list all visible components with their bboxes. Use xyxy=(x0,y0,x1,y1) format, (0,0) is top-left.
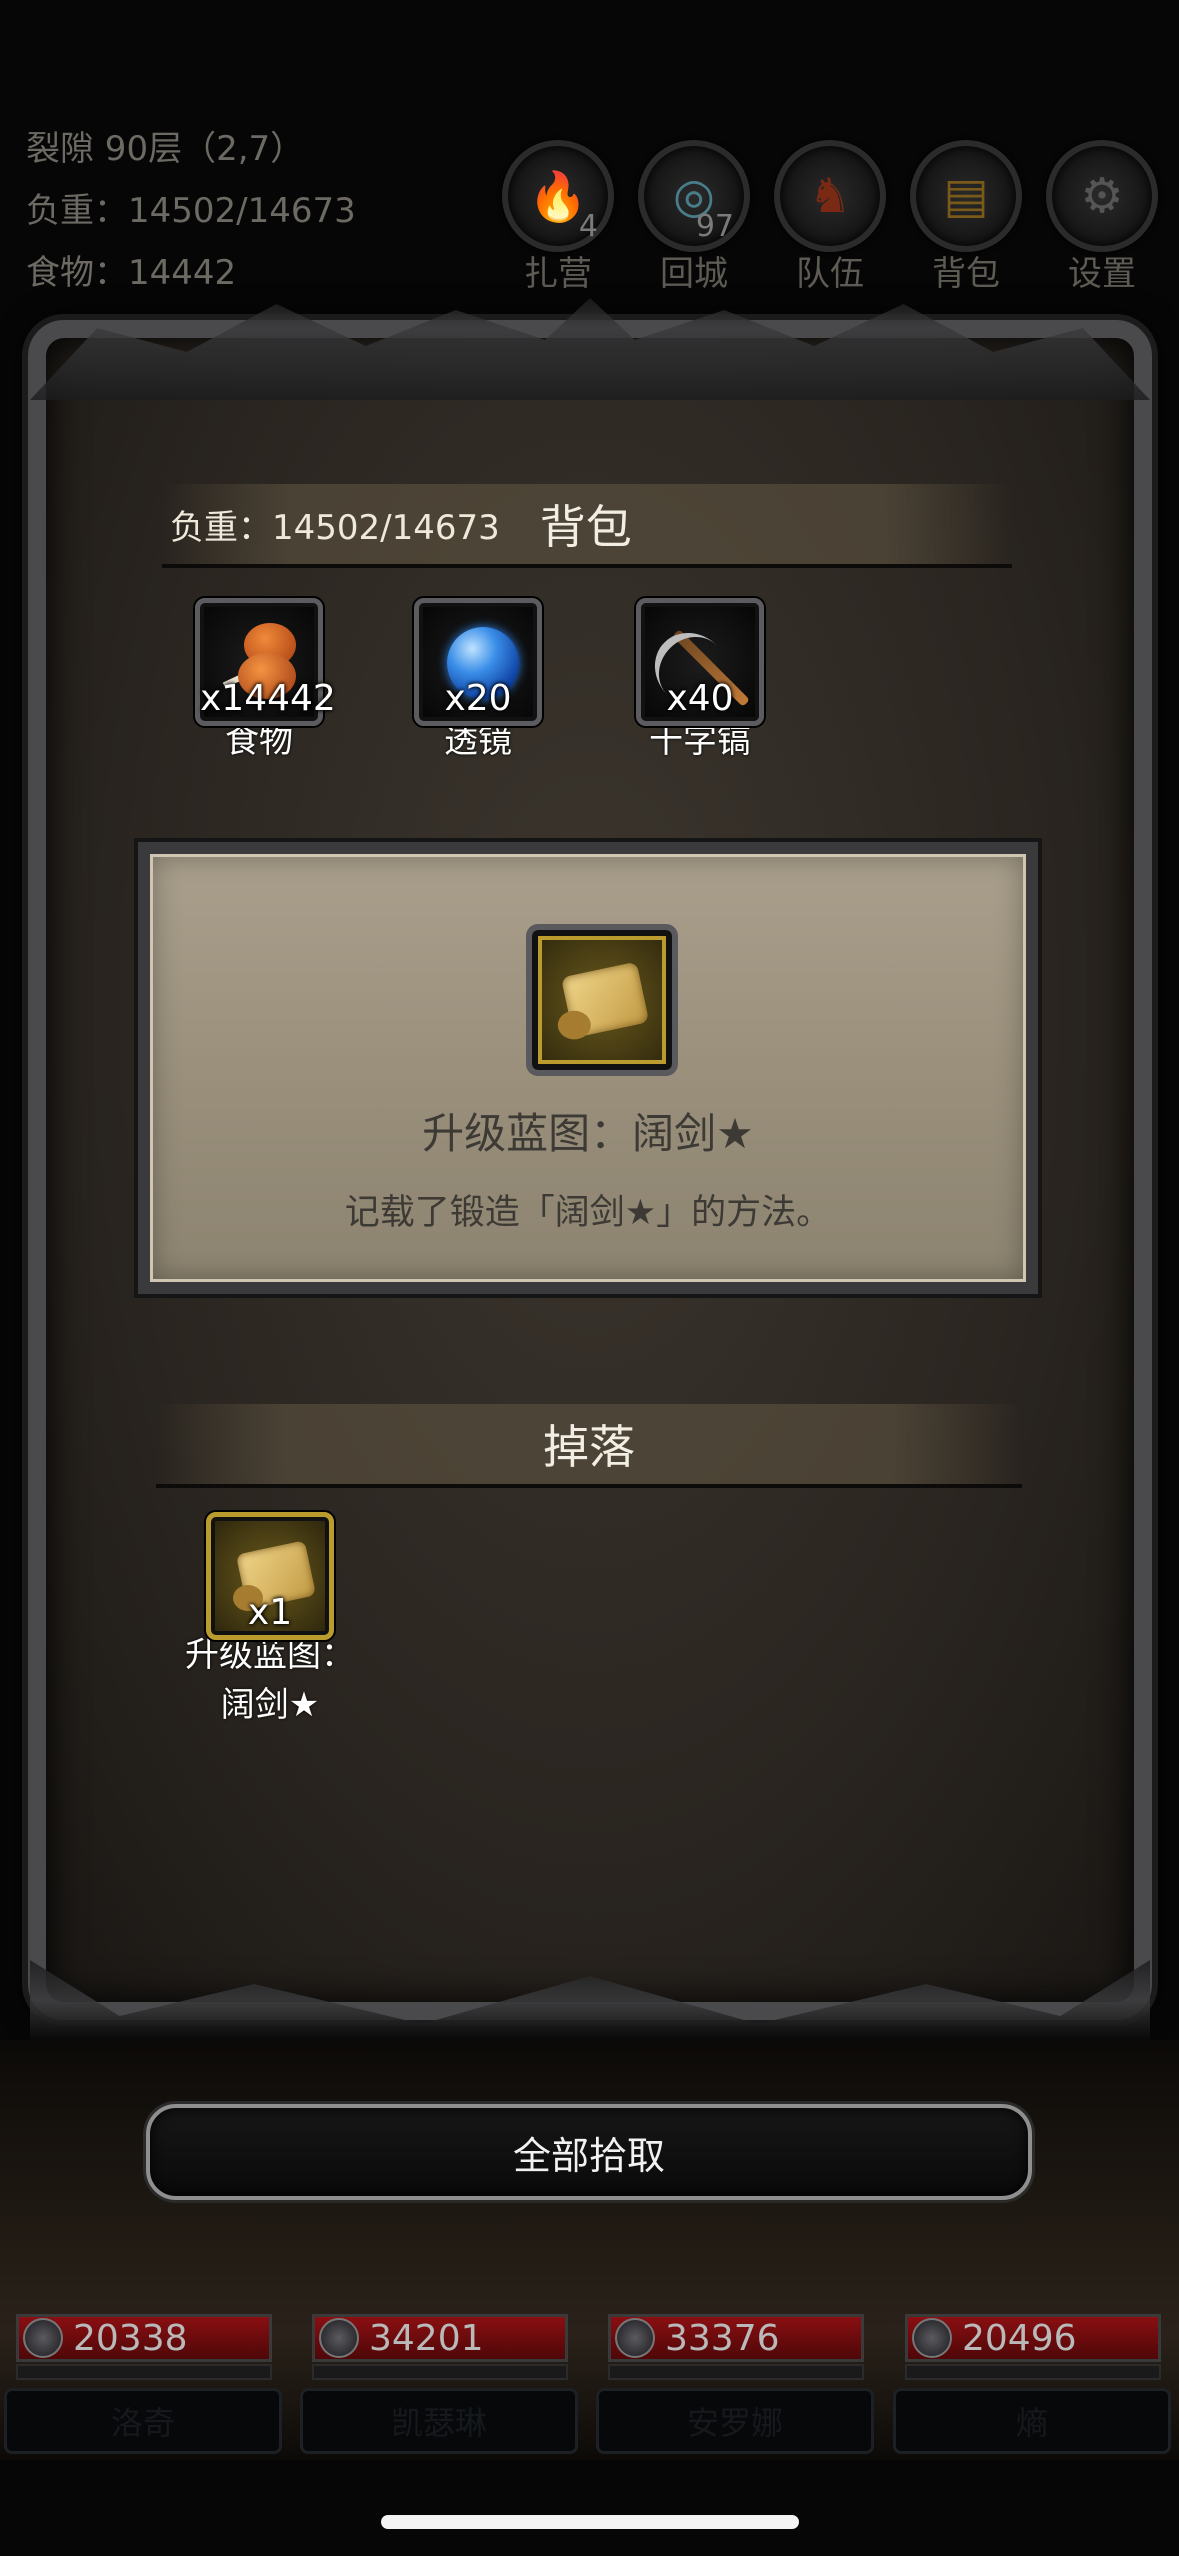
gear-icon: ⚙ xyxy=(1046,140,1158,252)
detail-title: 升级蓝图：阔剑★ xyxy=(422,1109,754,1158)
return-town-button[interactable]: ◎ 97 回城 xyxy=(626,140,762,294)
bag-weight: 负重：14502/14673 xyxy=(170,507,500,548)
item-slot: x20 xyxy=(414,598,542,726)
hp-bar: 34201 xyxy=(312,2314,568,2362)
hp-orb-icon xyxy=(615,2318,655,2358)
sub-bar xyxy=(608,2364,864,2380)
top-menu: 🔥 4 扎营 ◎ 97 回城 ♞ 队伍 ▤ 背包 ⚙ 设置 xyxy=(490,140,1170,294)
party-member-2[interactable]: 34201 凯瑟琳 xyxy=(300,2310,578,2460)
item-qty: x40 xyxy=(666,678,734,719)
weight-text: 负重：14502/14673 xyxy=(26,191,356,231)
camp-badge: 4 xyxy=(578,209,598,244)
bag-item-food[interactable]: x14442 食物 xyxy=(191,598,336,766)
bag-header: 负重：14502/14673 背包 xyxy=(162,484,1012,568)
bag-item-lens[interactable]: x20 透镜 xyxy=(410,598,546,766)
item-qty: x14442 xyxy=(200,678,336,719)
party-member-1[interactable]: 20338 洛奇 xyxy=(4,2310,282,2460)
item-name-line2: 阔剑★ xyxy=(220,1685,320,1725)
backpack-icon: ▤ xyxy=(910,140,1022,252)
item-slot: x1 xyxy=(206,1512,334,1640)
item-qty: x20 xyxy=(444,678,512,719)
team-label: 队伍 xyxy=(796,254,864,294)
sub-bar xyxy=(905,2364,1161,2380)
hero-name: 洛奇 xyxy=(4,2388,282,2454)
hero-name: 安罗娜 xyxy=(596,2388,874,2454)
drops-title: 掉落 xyxy=(543,1420,635,1474)
pickup-all-button[interactable]: 全部拾取 xyxy=(146,2104,1032,2200)
portal-icon: ◎ 97 xyxy=(638,140,750,252)
settings-label: 设置 xyxy=(1068,254,1136,294)
hp-bar: 33376 xyxy=(608,2314,864,2362)
bag-item-pickaxe[interactable]: x40 十字镐 xyxy=(632,598,768,766)
settings-button[interactable]: ⚙ 设置 xyxy=(1034,140,1170,294)
hp-value: 33376 xyxy=(665,2317,780,2359)
drop-item-blueprint[interactable]: x1 升级蓝图： 阔剑★ xyxy=(185,1512,355,1730)
backpack-button[interactable]: ▤ 背包 xyxy=(898,140,1034,294)
food-text: 食物：14442 xyxy=(26,253,237,293)
sub-bar xyxy=(16,2364,272,2380)
hp-orb-icon xyxy=(23,2318,63,2358)
camp-button[interactable]: 🔥 4 扎营 xyxy=(490,140,626,294)
hero-name: 熵 xyxy=(893,2388,1171,2454)
party-member-3[interactable]: 33376 安罗娜 xyxy=(596,2310,874,2460)
item-detail-panel: 升级蓝图：阔剑★ 记载了锻造「阔剑★」的方法。 xyxy=(138,842,1038,1294)
item-slot: x14442 xyxy=(195,598,336,726)
hp-orb-icon xyxy=(912,2318,952,2358)
sub-bar xyxy=(312,2364,568,2380)
location-text: 裂隙 90层（2,7） xyxy=(26,129,305,169)
return-town-label: 回城 xyxy=(660,254,728,294)
item-qty: x1 xyxy=(247,1592,293,1633)
detail-description: 记载了锻造「阔剑★」的方法。 xyxy=(344,1193,832,1233)
hero-name: 凯瑟琳 xyxy=(300,2388,578,2454)
backpack-label: 背包 xyxy=(932,254,1000,294)
hp-value: 34201 xyxy=(369,2317,484,2359)
home-indicator[interactable] xyxy=(381,2515,799,2529)
scroll-icon xyxy=(557,961,650,1041)
hp-bar: 20338 xyxy=(16,2314,272,2362)
hud-info: 裂隙 90层（2,7） 负重：14502/14673 食物：14442 xyxy=(26,118,356,304)
hp-value: 20496 xyxy=(962,2317,1077,2359)
hp-bar: 20496 xyxy=(905,2314,1161,2362)
campfire-icon: 🔥 4 xyxy=(502,140,614,252)
camp-label: 扎营 xyxy=(524,254,592,294)
return-town-badge: 97 xyxy=(695,209,734,244)
team-button[interactable]: ♞ 队伍 xyxy=(762,140,898,294)
team-icon: ♞ xyxy=(774,140,886,252)
item-slot: x40 xyxy=(636,598,764,726)
hp-orb-icon xyxy=(319,2318,359,2358)
drops-header: 掉落 xyxy=(156,1404,1022,1488)
bag-title: 背包 xyxy=(539,500,632,554)
hp-value: 20338 xyxy=(73,2317,188,2359)
item-name: 升级蓝图： 阔剑★ xyxy=(178,1630,362,1730)
detail-item-icon xyxy=(526,924,678,1076)
party-member-4[interactable]: 20496 熵 xyxy=(893,2310,1171,2460)
